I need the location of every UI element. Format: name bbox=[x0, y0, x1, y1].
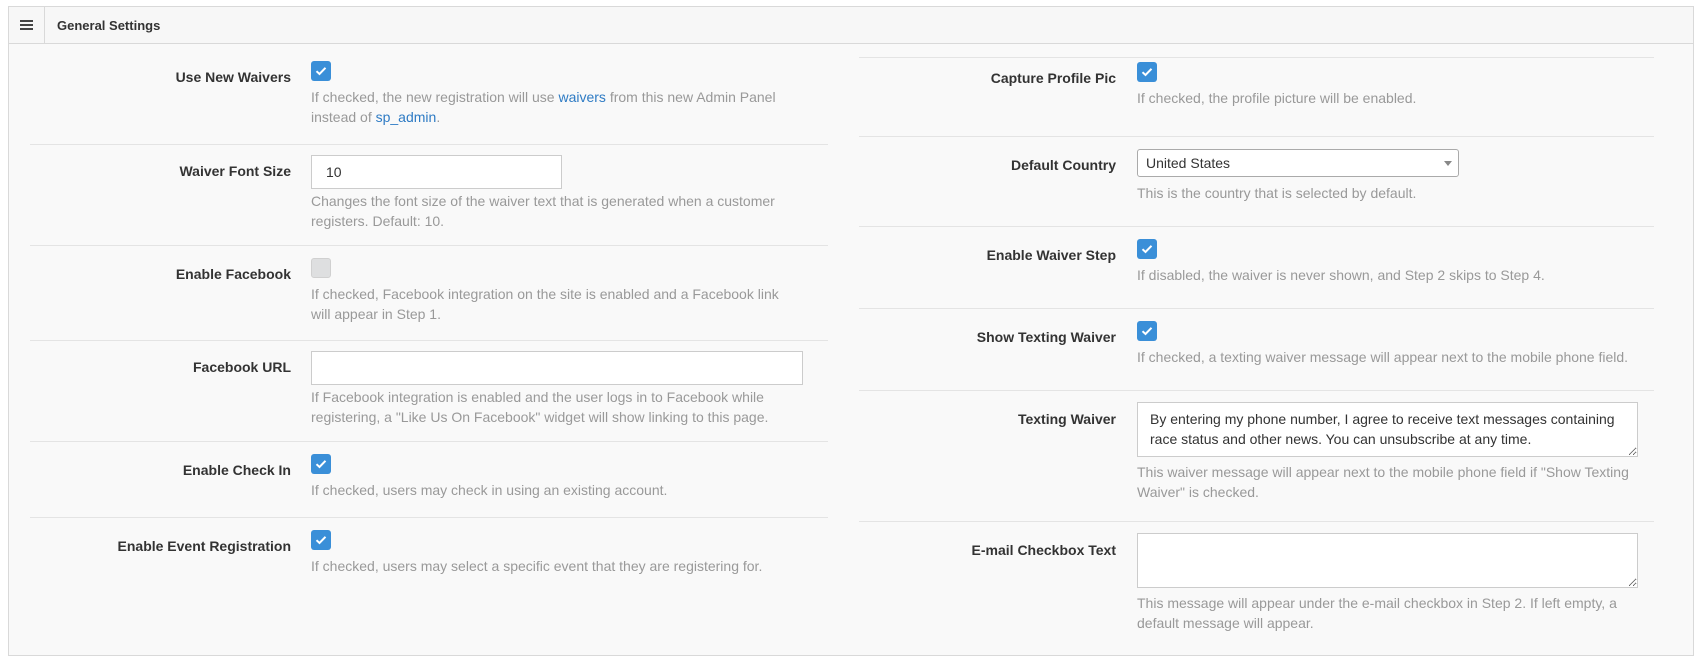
setting-label: Waiver Font Size bbox=[179, 163, 291, 179]
waiver-font-size-input[interactable] bbox=[311, 155, 562, 189]
setting-enable-facebook: Enable Facebook If checked, Facebook int… bbox=[30, 246, 828, 341]
enable-event-registration-checkbox[interactable] bbox=[311, 530, 331, 550]
setting-label: Texting Waiver bbox=[1017, 411, 1116, 427]
setting-label: Use New Waivers bbox=[175, 69, 291, 85]
setting-enable-check-in: Enable Check In If checked, users may ch… bbox=[30, 442, 828, 518]
setting-help: This is the country that is selected by … bbox=[1137, 185, 1417, 201]
setting-help: If Facebook integration is enabled and t… bbox=[311, 389, 769, 425]
enable-waiver-step-checkbox[interactable] bbox=[1137, 239, 1157, 259]
setting-label: Enable Event Registration bbox=[117, 538, 291, 554]
setting-help: If checked, users may check in using an … bbox=[311, 482, 668, 498]
setting-texting-waiver: Texting Waiver By entering my phone numb… bbox=[859, 391, 1654, 522]
setting-label: Show Texting Waiver bbox=[976, 329, 1116, 345]
panel-header: General Settings bbox=[9, 7, 1693, 44]
settings-column-left: Use New Waivers If checked, the new regi… bbox=[30, 49, 828, 594]
setting-help: If checked, a texting waiver message wil… bbox=[1137, 349, 1629, 365]
hamburger-icon bbox=[20, 20, 33, 30]
checkmark-icon bbox=[315, 67, 327, 76]
setting-use-new-waivers: Use New Waivers If checked, the new regi… bbox=[30, 49, 828, 145]
menu-toggle-button[interactable] bbox=[9, 7, 45, 43]
setting-waiver-font-size: Waiver Font Size Changes the font size o… bbox=[30, 145, 828, 246]
default-country-select[interactable]: United States bbox=[1137, 149, 1459, 177]
setting-help: Changes the font size of the waiver text… bbox=[311, 193, 775, 229]
setting-facebook-url: Facebook URL If Facebook integration is … bbox=[30, 341, 828, 442]
select-value: United States bbox=[1146, 155, 1231, 171]
setting-email-checkbox-text: E-mail Checkbox Text This message will a… bbox=[859, 522, 1654, 632]
checkmark-icon bbox=[1141, 68, 1153, 77]
setting-label: E-mail Checkbox Text bbox=[971, 542, 1116, 558]
setting-default-country: Default Country United States This is th… bbox=[859, 137, 1654, 227]
setting-help: This waiver message will appear next to … bbox=[1137, 464, 1629, 500]
setting-help: If checked, the new registration will us… bbox=[311, 89, 776, 125]
settings-column-right: Capture Profile Pic If checked, the prof… bbox=[859, 57, 1654, 632]
setting-label: Facebook URL bbox=[192, 359, 291, 375]
checkmark-icon bbox=[1141, 245, 1153, 254]
setting-label: Enable Waiver Step bbox=[986, 247, 1116, 263]
setting-help: This message will appear under the e-mai… bbox=[1137, 595, 1617, 631]
checkmark-icon bbox=[315, 536, 327, 545]
capture-profile-pic-checkbox[interactable] bbox=[1137, 62, 1157, 82]
setting-label: Default Country bbox=[1011, 157, 1116, 173]
setting-label: Capture Profile Pic bbox=[990, 70, 1116, 86]
setting-enable-waiver-step: Enable Waiver Step If disabled, the waiv… bbox=[859, 227, 1654, 309]
panel-title: General Settings bbox=[57, 17, 161, 33]
facebook-url-input[interactable] bbox=[311, 351, 803, 385]
waivers-link[interactable]: waivers bbox=[558, 89, 605, 105]
enable-check-in-checkbox[interactable] bbox=[311, 454, 331, 474]
chevron-down-icon bbox=[1444, 161, 1452, 166]
texting-waiver-textarea[interactable]: By entering my phone number, I agree to … bbox=[1137, 402, 1638, 457]
show-texting-waiver-checkbox[interactable] bbox=[1137, 321, 1157, 341]
setting-label: Enable Facebook bbox=[175, 266, 291, 282]
setting-label: Enable Check In bbox=[182, 462, 291, 478]
enable-facebook-checkbox[interactable] bbox=[311, 258, 331, 278]
email-checkbox-text-textarea[interactable] bbox=[1137, 533, 1638, 588]
setting-help: If disabled, the waiver is never shown, … bbox=[1137, 267, 1545, 283]
setting-capture-profile-pic: Capture Profile Pic If checked, the prof… bbox=[859, 58, 1654, 137]
checkmark-icon bbox=[315, 460, 327, 469]
setting-show-texting-waiver: Show Texting Waiver If checked, a textin… bbox=[859, 309, 1654, 391]
setting-help: If checked, users may select a specific … bbox=[311, 558, 763, 574]
checkmark-icon bbox=[1141, 327, 1153, 336]
sp-admin-link[interactable]: sp_admin bbox=[376, 109, 437, 125]
use-new-waivers-checkbox[interactable] bbox=[311, 61, 331, 81]
setting-help: If checked, the profile picture will be … bbox=[1137, 90, 1417, 106]
setting-enable-event-registration: Enable Event Registration If checked, us… bbox=[30, 518, 828, 594]
setting-help: If checked, Facebook integration on the … bbox=[311, 286, 779, 322]
